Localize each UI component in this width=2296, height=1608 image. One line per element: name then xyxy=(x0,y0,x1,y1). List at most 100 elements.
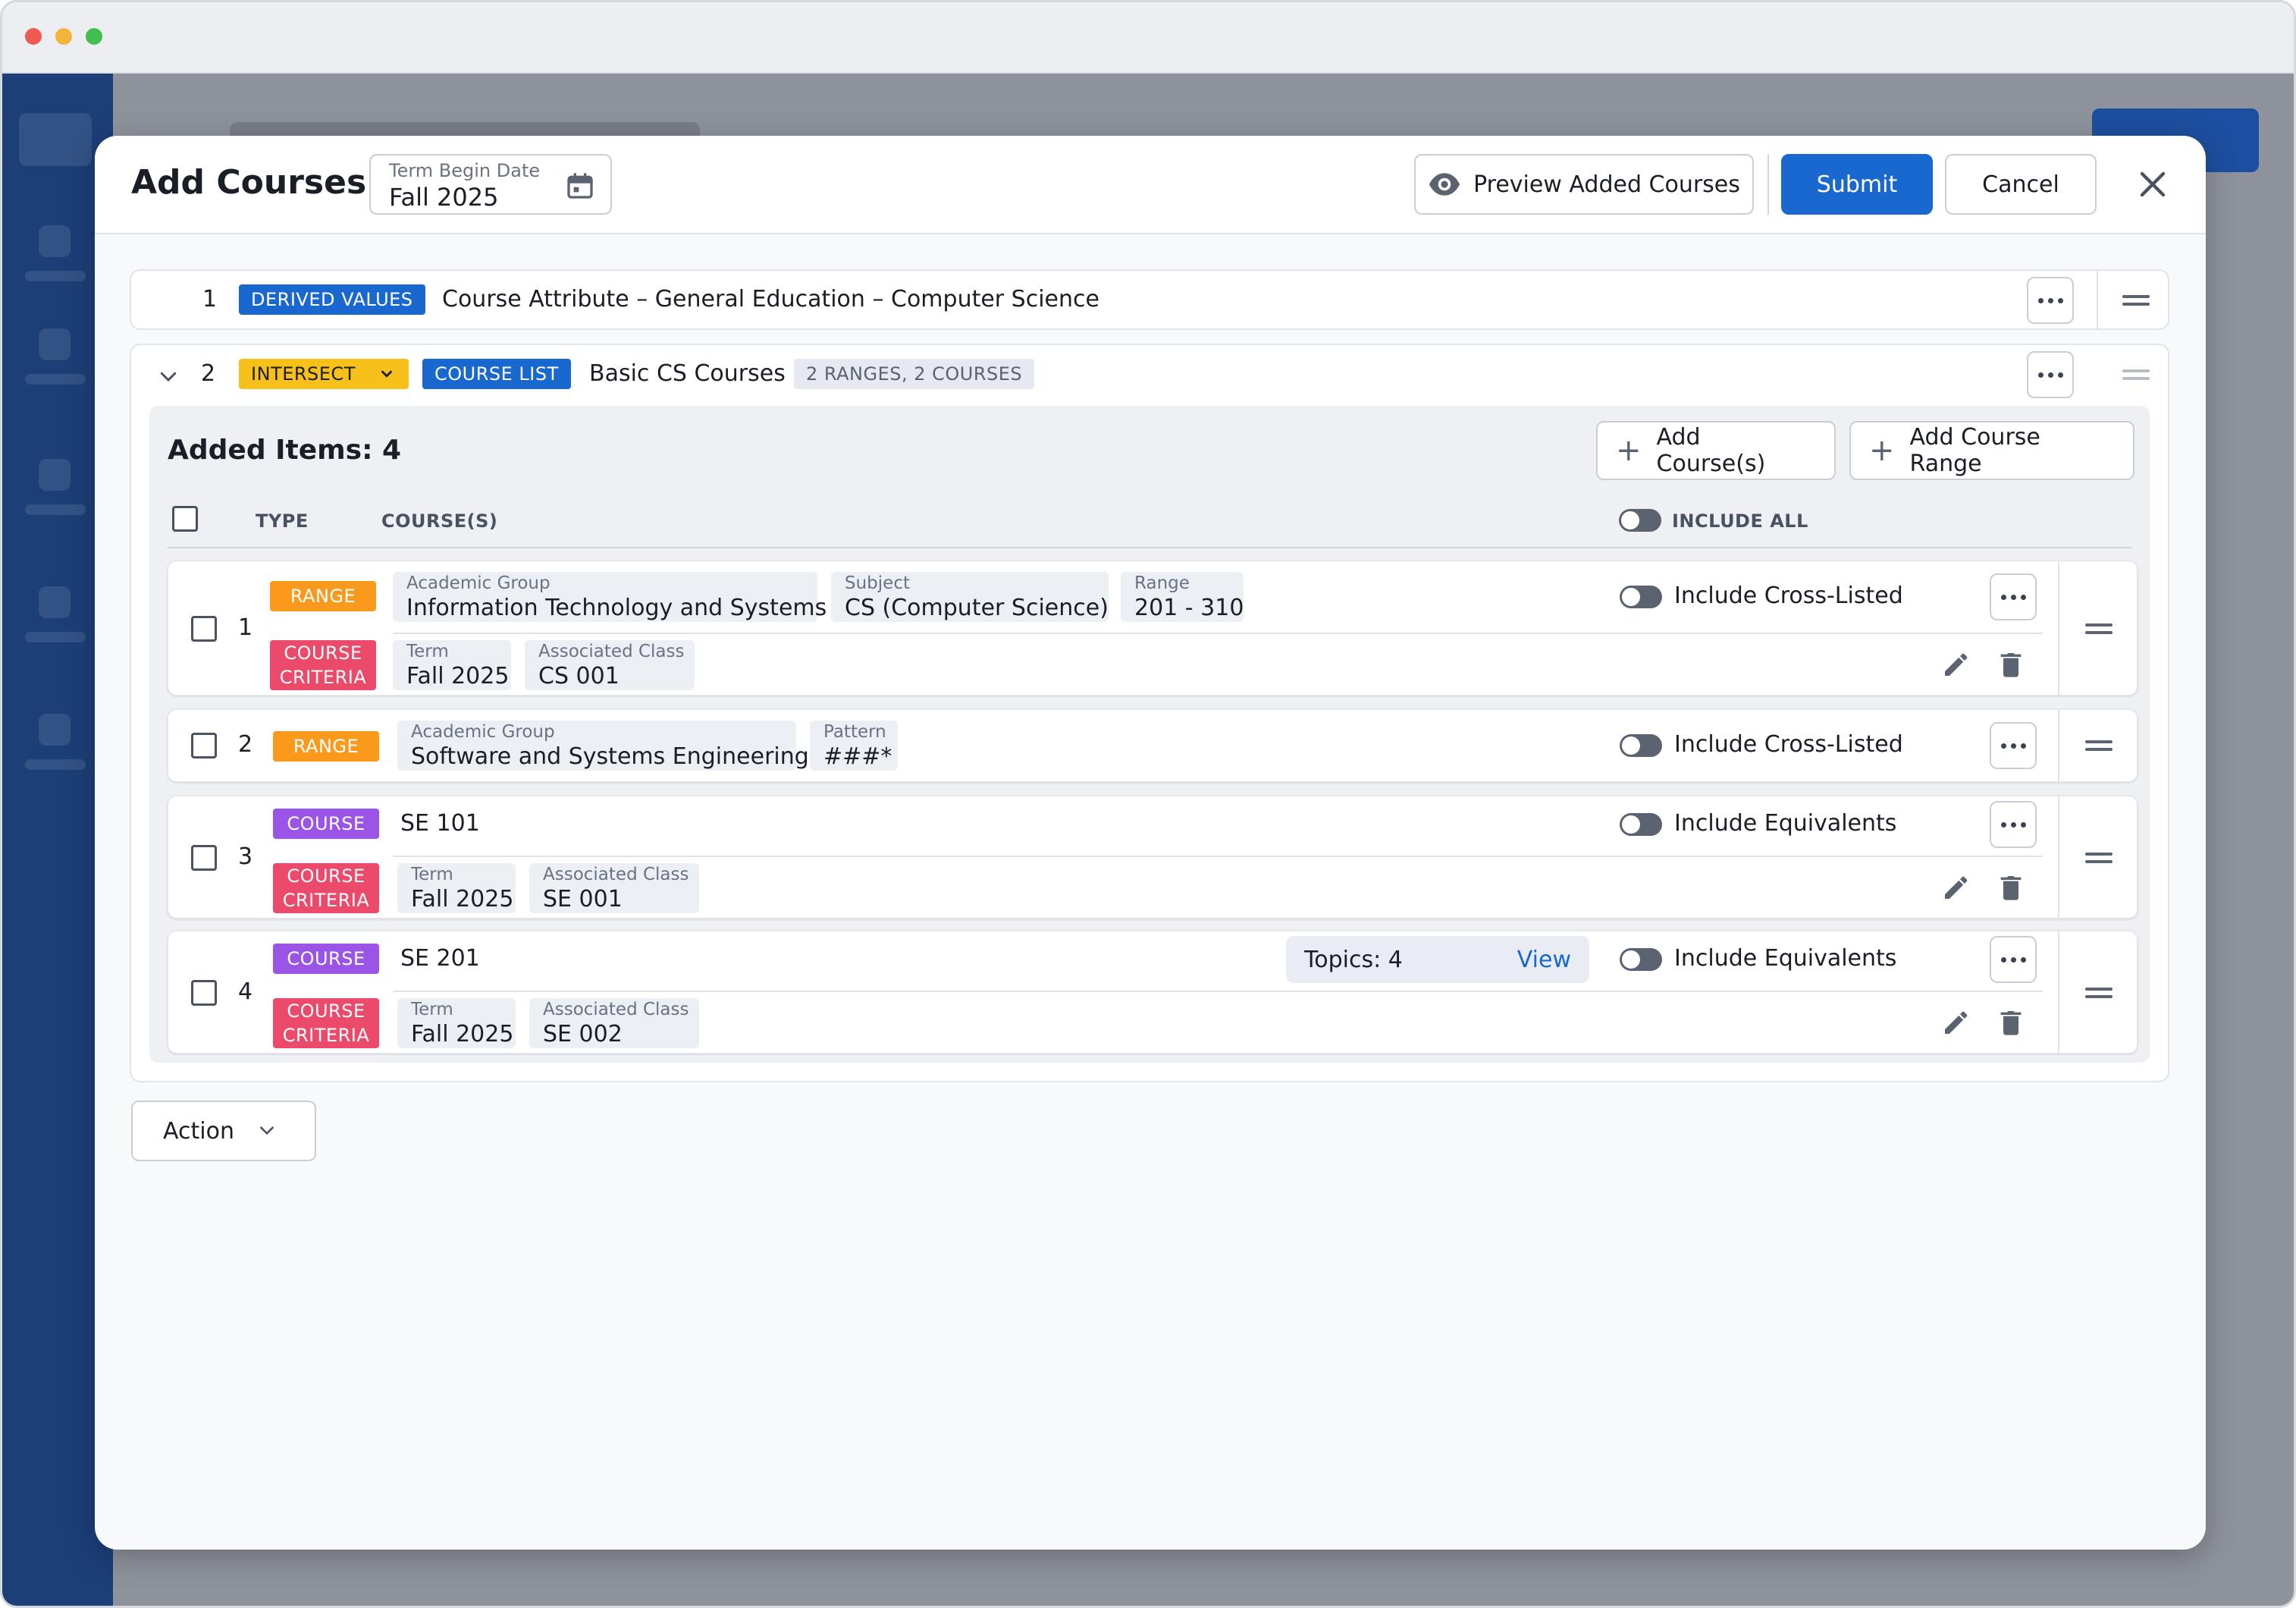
preview-added-courses-button[interactable]: Preview Added Courses xyxy=(1414,154,1754,215)
term-chip: Term Fall 2025 xyxy=(397,998,516,1048)
added-items-panel: Added Items: 4 + Add Course(s) + Add Cou… xyxy=(149,406,2150,1063)
item-checkbox[interactable] xyxy=(191,845,217,871)
more-options-button[interactable] xyxy=(1990,722,2037,769)
more-options-button[interactable] xyxy=(2027,351,2074,398)
chip-label: Academic Group xyxy=(406,573,550,593)
more-options-button[interactable] xyxy=(2027,277,2074,324)
view-topics-link[interactable]: View xyxy=(1517,947,1571,973)
cancel-button[interactable]: Cancel xyxy=(1945,154,2097,215)
action-label: Action xyxy=(163,1117,234,1145)
add-course-button[interactable]: + Add Course(s) xyxy=(1596,421,1836,480)
pencil-icon[interactable] xyxy=(1941,1007,1971,1038)
more-options-button[interactable] xyxy=(1990,936,2037,983)
item-checkbox[interactable] xyxy=(191,980,217,1006)
chip-label: Term xyxy=(411,1000,453,1019)
item-number: 2 xyxy=(238,731,253,758)
header-separator xyxy=(1767,154,1769,215)
eye-icon xyxy=(1429,173,1460,196)
courses-column-header: COURSE(S) xyxy=(381,510,498,532)
trash-icon[interactable] xyxy=(1996,649,2026,680)
submit-button[interactable]: Submit xyxy=(1781,154,1933,215)
course-list-name: Basic CS Courses xyxy=(589,360,786,387)
associated-class-chip: Associated Class CS 001 xyxy=(525,640,695,690)
background-nav-label xyxy=(25,632,86,642)
select-all-checkbox[interactable] xyxy=(172,506,198,532)
item-checkbox[interactable] xyxy=(191,733,217,758)
drag-handle-icon[interactable] xyxy=(2122,369,2150,380)
row-number: 2 xyxy=(201,360,216,387)
drag-handle-icon[interactable] xyxy=(2085,740,2113,751)
include-equivalents-toggle[interactable] xyxy=(1620,813,1662,836)
course-criteria-tag: COURSE CRITERIA xyxy=(273,998,379,1048)
item-drag-divider xyxy=(2058,710,2059,781)
intersect-operator-dropdown[interactable]: INTERSECT xyxy=(239,359,409,389)
course-criteria-tag: COURSE CRITERIA xyxy=(270,640,376,690)
item-number: 3 xyxy=(238,843,253,870)
trash-icon[interactable] xyxy=(1996,872,2026,903)
include-cross-listed-toggle[interactable] xyxy=(1620,734,1662,757)
row-number: 1 xyxy=(202,286,218,312)
term-begin-date-value: Fall 2025 xyxy=(389,183,499,212)
chip-value: CS 001 xyxy=(538,663,619,689)
window-minimize-dot[interactable] xyxy=(55,28,72,45)
item-divider xyxy=(393,991,2043,992)
subject-chip: Subject CS (Computer Science) xyxy=(831,572,1109,622)
item-number: 1 xyxy=(238,614,253,641)
course-criteria-tag-line2: CRITERIA xyxy=(282,1025,370,1046)
added-item-row: 4 COURSE SE 201 Topics: 4 View COURSE CR… xyxy=(168,931,2138,1054)
background-nav-label xyxy=(25,374,86,385)
background-nav-label xyxy=(25,759,86,770)
background-logo xyxy=(19,113,92,166)
pattern-chip: Pattern ###* xyxy=(810,721,898,771)
drag-handle-icon[interactable] xyxy=(2122,295,2150,306)
derived-values-row: 1 DERIVED VALUES Course Attribute – Gene… xyxy=(130,269,2169,330)
chip-value: Fall 2025 xyxy=(406,663,510,689)
item-checkbox[interactable] xyxy=(191,616,217,642)
course-criteria-tag-line2: CRITERIA xyxy=(279,667,367,688)
pencil-icon[interactable] xyxy=(1941,872,1971,903)
include-cross-listed-toggle[interactable] xyxy=(1620,586,1662,608)
chip-label: Term xyxy=(411,865,453,884)
term-begin-date-field[interactable]: Term Begin Date Fall 2025 xyxy=(369,154,612,215)
added-item-row: 2 RANGE Academic Group Software and Syst… xyxy=(168,709,2138,782)
drag-handle-icon[interactable] xyxy=(2085,988,2113,998)
add-course-range-label: Add Course Range xyxy=(1909,424,2040,477)
course-criteria-tag: COURSE CRITERIA xyxy=(273,863,379,913)
app-window: Add Courses Term Begin Date Fall 2025 Pr… xyxy=(0,0,2296,1608)
drag-handle-icon[interactable] xyxy=(2085,853,2113,863)
chip-value: Fall 2025 xyxy=(411,886,514,912)
range-chip: Range 201 - 310 xyxy=(1121,572,1244,622)
include-all-toggle[interactable] xyxy=(1619,509,1661,532)
background-nav-icon xyxy=(39,459,71,491)
background-nav-icon xyxy=(39,328,71,360)
background-nav-label xyxy=(25,504,86,515)
chip-value: SE 001 xyxy=(543,886,623,912)
topics-box: Topics: 4 View xyxy=(1286,936,1589,983)
more-options-button[interactable] xyxy=(1990,573,2037,620)
course-tag: COURSE xyxy=(273,944,379,974)
window-maximize-dot[interactable] xyxy=(86,28,102,45)
associated-class-chip: Associated Class SE 002 xyxy=(529,998,699,1048)
item-divider xyxy=(393,633,2043,634)
add-course-range-button[interactable]: + Add Course Range xyxy=(1849,421,2134,480)
more-options-button[interactable] xyxy=(1990,801,2037,848)
pencil-icon[interactable] xyxy=(1941,649,1971,680)
type-column-header: TYPE xyxy=(256,510,309,532)
calendar-icon[interactable] xyxy=(565,171,595,201)
trash-icon[interactable] xyxy=(1996,1007,2026,1038)
chip-label: Subject xyxy=(845,573,910,593)
close-icon[interactable] xyxy=(2134,166,2171,203)
background-nav-label xyxy=(25,271,86,281)
derived-values-tag: DERIVED VALUES xyxy=(239,284,425,315)
include-equivalents-toggle[interactable] xyxy=(1620,948,1662,971)
add-course-label: Add Course(s) xyxy=(1656,424,1766,477)
chip-label: Term xyxy=(406,642,449,661)
chevron-down-icon[interactable] xyxy=(157,365,180,388)
window-close-dot[interactable] xyxy=(25,28,42,45)
added-items-title: Added Items: 4 xyxy=(168,435,402,466)
chevron-down-icon xyxy=(381,370,393,378)
drag-handle-icon[interactable] xyxy=(2085,623,2113,634)
include-cross-listed-label: Include Cross-Listed xyxy=(1674,583,1903,609)
intersect-operator-label: INTERSECT xyxy=(251,363,356,385)
action-dropdown-button[interactable]: Action xyxy=(131,1101,316,1161)
